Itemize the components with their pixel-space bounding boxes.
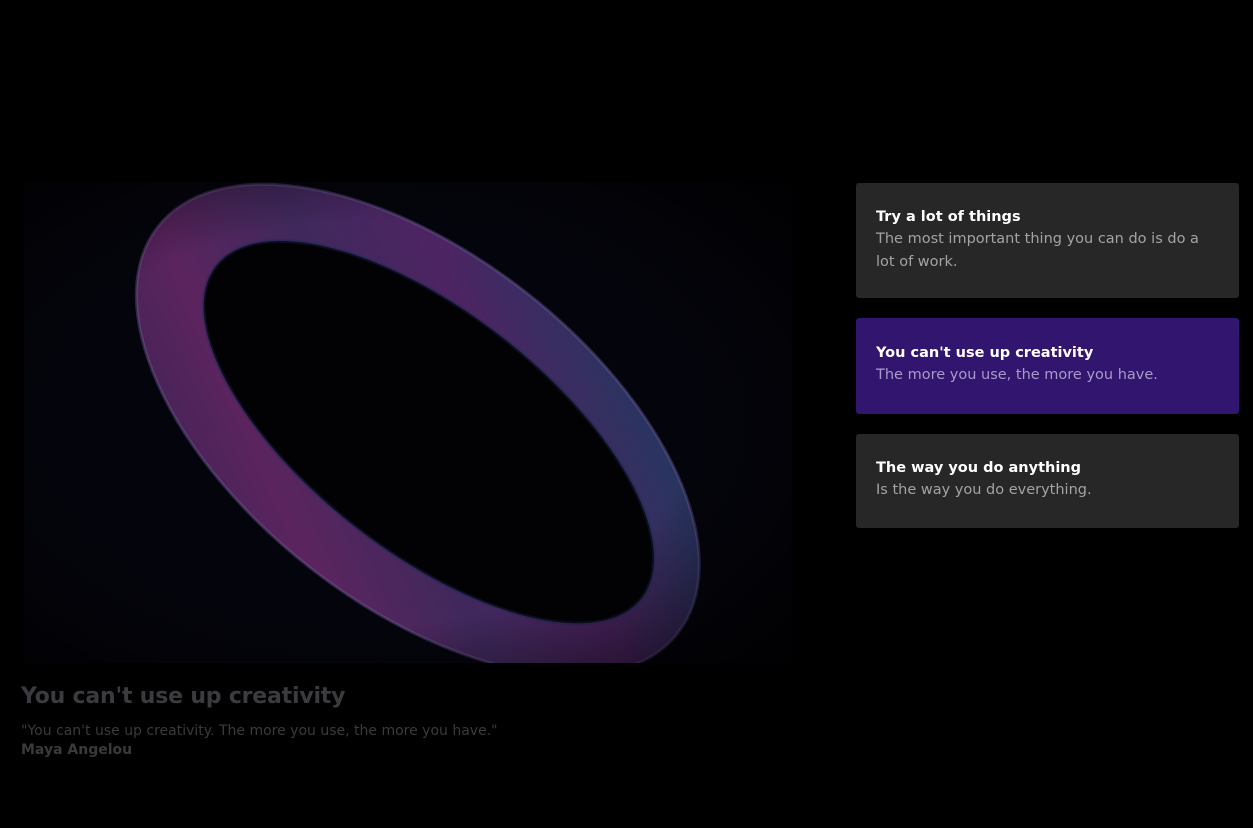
card-title: You can't use up creativity bbox=[876, 345, 1094, 361]
card-text: The most important thing you can do is d… bbox=[876, 231, 1199, 270]
caption-title: You can't use up creativity bbox=[21, 684, 346, 709]
caption-quote: "You can't use up creativity. The more y… bbox=[21, 723, 498, 739]
card-text: Is the way you do everything. bbox=[876, 482, 1092, 498]
ring-artwork bbox=[24, 182, 792, 663]
page: You can't use up creativity "You can't u… bbox=[0, 0, 1253, 828]
card-way-you-do[interactable]: The way you do anything Is the way you d… bbox=[856, 434, 1239, 528]
card-try-a-lot[interactable]: Try a lot of things The most important t… bbox=[856, 183, 1239, 298]
hero-image bbox=[24, 182, 792, 663]
card-title: Try a lot of things bbox=[876, 209, 1021, 225]
caption-author: Maya Angelou bbox=[21, 742, 133, 758]
card-list: Try a lot of things The most important t… bbox=[856, 183, 1239, 548]
card-title: The way you do anything bbox=[876, 460, 1081, 476]
card-creativity[interactable]: You can't use up creativity The more you… bbox=[856, 318, 1239, 414]
card-text: The more you use, the more you have. bbox=[876, 367, 1158, 383]
hero-caption: You can't use up creativity "You can't u… bbox=[21, 684, 781, 758]
